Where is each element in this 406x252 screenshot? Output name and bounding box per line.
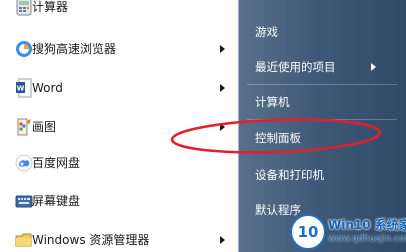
explorer-icon <box>14 229 34 251</box>
submenu-arrow-icon <box>371 63 376 71</box>
place-label: 计算机 <box>255 95 290 109</box>
program-label: 屏幕键盘 <box>32 194 81 208</box>
win10-logo-icon: 10 <box>290 214 326 250</box>
program-label: 搜狗高速浏览器 <box>32 42 117 56</box>
place-item-computer[interactable]: 计算机 <box>239 87 406 117</box>
sogou-browser-icon <box>14 38 34 60</box>
place-item-devices-printers[interactable]: 设备和打印机 <box>239 160 406 190</box>
program-item-word[interactable]: W Word <box>0 69 238 107</box>
place-label: 最近使用的项目 <box>255 60 336 74</box>
submenu-arrow-icon <box>220 236 225 244</box>
keyboard-icon <box>14 190 34 212</box>
program-item-sogou-browser[interactable]: 搜狗高速浏览器 <box>0 30 238 68</box>
place-label: 设备和打印机 <box>255 168 324 182</box>
baidu-netdisk-icon <box>14 152 34 174</box>
start-menu: 计算器 搜狗高速浏览器 W Word 画图 百度网盘 屏幕键盘 Windows … <box>0 0 406 252</box>
place-label: 游戏 <box>255 25 278 39</box>
highlight-ellipse <box>170 118 382 154</box>
program-item-windows-explorer[interactable]: Windows 资源管理器 <box>0 221 238 252</box>
calculator-icon <box>14 0 34 18</box>
watermark: 10 Win10 系统家园 www.qdhuajin.com <box>290 210 406 252</box>
watermark-url: www.qdhuajin.com <box>328 234 406 244</box>
svg-text:10: 10 <box>298 223 319 241</box>
place-item-games[interactable]: 游戏 <box>239 17 406 47</box>
program-label: 百度网盘 <box>32 156 81 170</box>
program-label: 画图 <box>32 120 57 134</box>
paint-icon <box>14 116 34 138</box>
svg-text:W: W <box>17 85 25 93</box>
program-item-onscreen-keyboard[interactable]: 屏幕键盘 <box>0 182 238 220</box>
place-item-recent-items[interactable]: 最近使用的项目 <box>239 52 406 82</box>
submenu-arrow-icon <box>220 45 225 53</box>
submenu-arrow-icon <box>220 84 225 92</box>
word-icon: W <box>14 77 34 99</box>
separator <box>247 84 397 85</box>
watermark-brand: Win10 系统家园 <box>328 218 406 232</box>
program-label: Windows 资源管理器 <box>32 233 150 247</box>
program-item-calculator[interactable]: 计算器 <box>0 0 238 26</box>
program-label: 计算器 <box>32 0 69 14</box>
program-label: Word <box>32 81 63 95</box>
